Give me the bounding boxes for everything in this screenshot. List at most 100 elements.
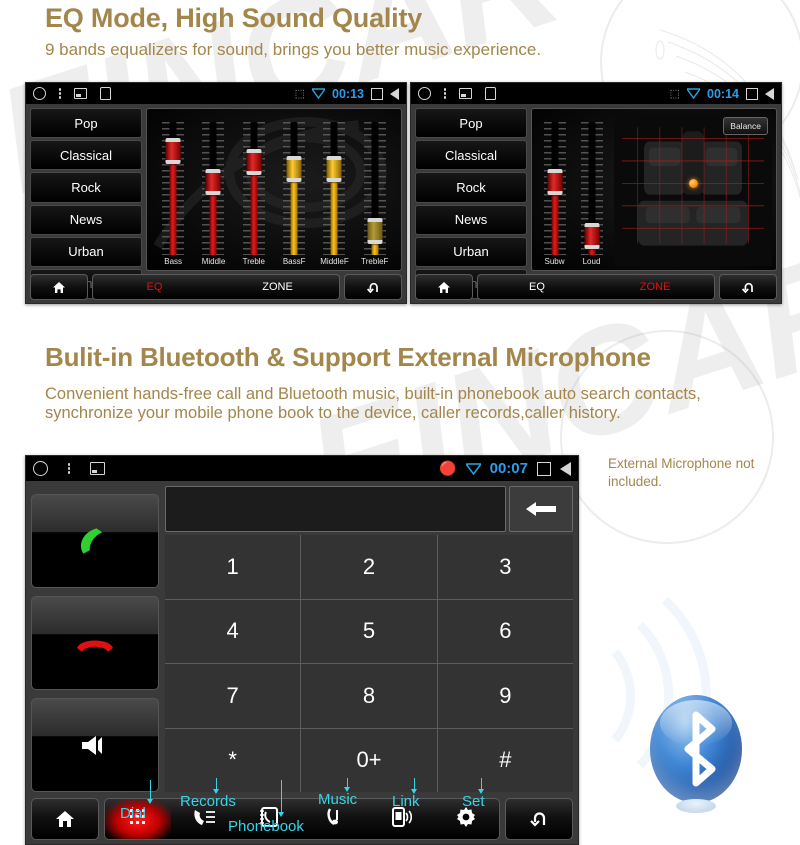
eq1-preset-list: Pop Classical Rock News Urban Techno [30,108,142,300]
answer-call-button[interactable] [31,494,159,588]
slider-knob[interactable] [246,148,262,175]
preset-rock[interactable]: Rock [30,172,142,203]
square-icon[interactable] [746,87,758,100]
key-8[interactable]: 8 [301,664,437,728]
return-arrow-icon[interactable] [505,798,573,840]
preset-urban[interactable]: Urban [415,236,527,267]
slider-track[interactable] [283,122,306,255]
box-icon[interactable] [100,87,112,100]
backspace-arrow-icon[interactable] [509,486,573,532]
key-3[interactable]: 3 [437,535,573,599]
square-icon[interactable] [371,87,383,100]
wifi-icon [312,88,326,99]
back-triangle-icon[interactable] [765,87,774,100]
three-dots-icon[interactable] [59,88,62,99]
picture-icon[interactable] [74,88,88,99]
slider-track[interactable] [242,122,265,255]
slider-knob[interactable] [165,138,181,165]
key-4[interactable]: 4 [165,599,301,663]
eq1-footer: EQ ZONE [30,274,402,300]
balance-panel[interactable]: Balance [614,113,772,266]
slider-track[interactable] [363,122,386,255]
slider-track[interactable] [543,122,566,255]
eq-slider-bassf[interactable]: BassF [274,117,314,266]
preset-pop[interactable]: Pop [30,108,142,139]
annotation-line-phonebook [281,780,283,815]
preset-news[interactable]: News [30,204,142,235]
three-dots-icon[interactable] [444,88,447,99]
return-arrow-icon[interactable] [344,274,402,300]
home-icon[interactable] [31,798,99,840]
eq2-zone-panel: Subw Loud Balance [531,108,777,271]
preset-pop[interactable]: Pop [415,108,527,139]
preset-urban[interactable]: Urban [30,236,142,267]
slider-track[interactable] [162,122,185,255]
eq2-preset-list: Pop Classical Rock News Urban Techno [415,108,527,300]
eq-slider-bass[interactable]: Bass [153,117,193,266]
eq-slider-middlef[interactable]: MiddleF [314,117,354,266]
three-dots-icon[interactable] [68,463,71,474]
slider-knob[interactable] [326,155,342,182]
eq-slider-treblef[interactable]: TrebleF [355,117,395,266]
slider-track[interactable] [202,122,225,255]
home-icon[interactable] [415,274,473,300]
slider-fill [250,161,258,255]
phone-handset-red-icon [77,640,113,652]
mute-button[interactable] [31,698,159,792]
slider-knob[interactable] [367,218,383,245]
slider-label: Loud [582,257,601,266]
page-title-eq: EQ Mode, High Sound Quality [45,3,423,33]
slider-track[interactable] [323,122,346,255]
tab-zone[interactable]: ZONE [596,281,714,293]
eq-slider-treble[interactable]: Treble [234,117,274,266]
picture-icon[interactable] [459,88,473,99]
statusbar-time: 00:13 [332,86,364,101]
square-icon[interactable] [537,461,551,476]
music-note-icon [324,806,346,833]
box-icon[interactable] [485,87,497,100]
circle-icon[interactable] [33,87,46,100]
home-icon[interactable] [30,274,88,300]
slider-fill [169,151,177,255]
circle-icon[interactable] [418,87,431,100]
tab-eq[interactable]: EQ [478,281,596,293]
annotation-arrow-music [344,787,350,792]
slider-track[interactable] [580,122,603,255]
key-7[interactable]: 7 [165,664,301,728]
key-2[interactable]: 2 [301,535,437,599]
preset-classical[interactable]: Classical [30,140,142,171]
statusbar-phone: 🔴 00:07 [26,456,578,481]
slider-knob[interactable] [205,168,221,195]
slider-knob[interactable] [547,168,562,195]
back-triangle-icon[interactable] [560,461,571,476]
key-0plus[interactable]: 0+ [301,728,437,792]
return-arrow-icon[interactable] [719,274,777,300]
key-hash[interactable]: # [437,728,573,792]
preset-rock[interactable]: Rock [415,172,527,203]
circle-icon[interactable] [33,461,48,476]
slider-knob[interactable] [286,155,302,182]
key-6[interactable]: 6 [437,599,573,663]
bluetooth-icon [684,711,716,787]
tab-zone[interactable]: ZONE [216,281,339,293]
picture-icon[interactable] [90,462,106,475]
statusbar-time: 00:14 [707,86,739,101]
key-9[interactable]: 9 [437,664,573,728]
eq-slider-subw[interactable]: Subw [536,117,573,266]
back-triangle-icon[interactable] [390,87,399,100]
eq-slider-middle[interactable]: Middle [193,117,233,266]
preset-news[interactable]: News [415,204,527,235]
key-5[interactable]: 5 [301,599,437,663]
tab-eq[interactable]: EQ [93,281,216,293]
end-call-button[interactable] [31,596,159,690]
preset-classical[interactable]: Classical [415,140,527,171]
phone-handset-green-icon [80,528,103,554]
balance-button[interactable]: Balance [723,117,768,135]
annotation-arrow-link [411,789,417,794]
key-1[interactable]: 1 [165,535,301,599]
dial-input[interactable] [165,486,506,532]
annotation-arrow-dial [147,799,153,804]
slider-knob[interactable] [584,223,599,250]
annotation-music: Music [318,791,358,808]
eq-slider-loud[interactable]: Loud [573,117,610,266]
